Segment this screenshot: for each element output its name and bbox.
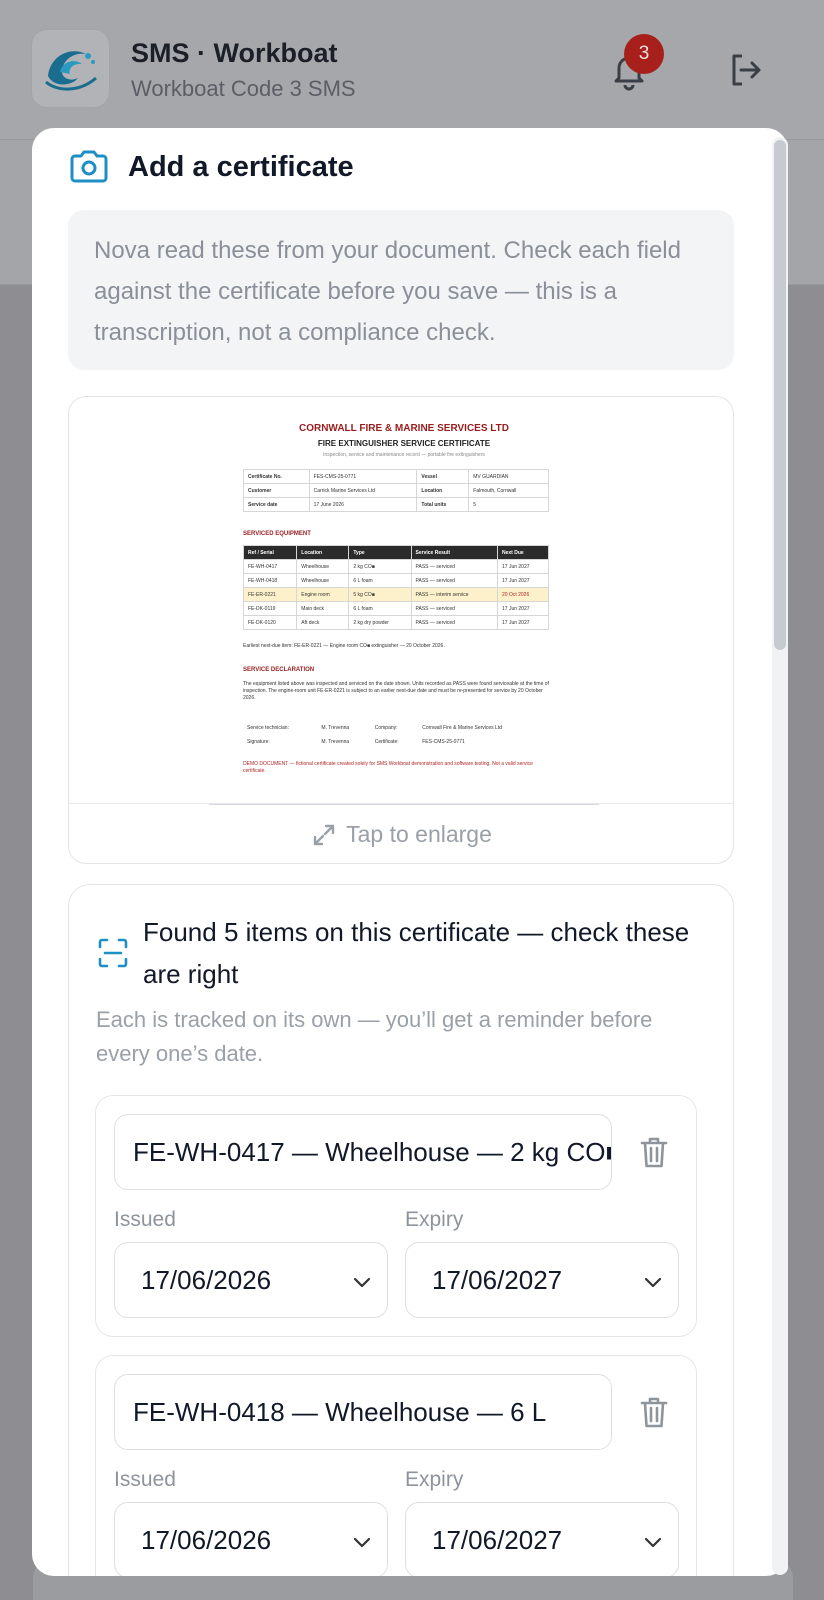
doc-subtitle: Inspection, service and maintenance reco…	[323, 452, 485, 458]
add-certificate-modal: Add a certificate Nova read these from y…	[32, 128, 788, 1576]
doc-equipment-heading: SERVICED EQUIPMENT	[243, 531, 311, 537]
found-items-subtitle: Each is tracked on its own — you’ll get …	[96, 1007, 653, 1066]
app-title: SMS · Workboat	[131, 38, 338, 68]
doc-declaration: The equipment listed above was inspected…	[243, 681, 549, 701]
wave-logo-icon	[44, 50, 97, 90]
chevron-down-icon	[353, 1537, 371, 1548]
modal-scrollbar-thumb[interactable]	[774, 140, 786, 650]
chevron-down-icon	[353, 1277, 371, 1288]
found-items-card: Found 5 items on this certificate — chec…	[68, 884, 734, 1576]
modal-title: Add a certificate	[128, 150, 354, 183]
item-name-field[interactable]: FE-WH-0418 — Wheelhouse — 6 L	[114, 1374, 612, 1450]
issued-label: Issued	[114, 1208, 176, 1231]
issued-label: Issued	[114, 1468, 176, 1491]
doc-earliest-due: Earliest next-due item: FE-ER-0221 — Eng…	[243, 643, 445, 649]
expiry-date-value: 17/06/2027	[432, 1524, 563, 1555]
app-logo[interactable]	[31, 29, 110, 108]
logout-icon[interactable]	[728, 52, 764, 88]
found-items-title: Found 5 items on this certificate — chec…	[143, 917, 690, 989]
doc-title: FIRE EXTINGUISHER SERVICE CERTIFICATE	[317, 439, 491, 448]
item-name-field[interactable]: FE-WH-0417 — Wheelhouse — 2 kg CO■	[114, 1114, 612, 1190]
doc-disclaimer: DEMO DOCUMENT — fictional certificate cr…	[243, 761, 533, 774]
issued-date-select[interactable]: 17/06/2026	[114, 1502, 388, 1576]
tap-to-enlarge-label: Tap to enlarge	[346, 821, 492, 847]
doc-signature-table: Service technician: M. Trevenna Company: Co…	[247, 725, 502, 745]
chevron-down-icon	[644, 1277, 662, 1288]
certificate-item: FE-WH-0418 — Wheelhouse — 6 L Issued Exp…	[95, 1355, 697, 1576]
doc-info-table: Certificate No. FES-CMS-25-0771 Vessel MV G…	[243, 469, 549, 512]
transcription-notice: Nova read these from your document. Chec…	[68, 210, 734, 370]
chevron-down-icon	[644, 1537, 662, 1548]
issued-date-value: 17/06/2026	[141, 1264, 272, 1295]
modal-header: Add a certificate	[68, 142, 354, 192]
notification-badge[interactable]: 3	[624, 34, 664, 74]
doc-equipment-table: Ref / Serial Location Type Service Result Ne…	[242, 545, 549, 630]
trash-icon[interactable]	[636, 1134, 672, 1170]
tap-to-enlarge-button[interactable]: Tap to enlarge	[69, 803, 733, 863]
expiry-label: Expiry	[405, 1208, 464, 1231]
document-preview[interactable]: CORNWALL FIRE & MARINE SERVICES LTD FIRE…	[68, 396, 734, 864]
expiry-date-select[interactable]: 17/06/2027	[405, 1502, 679, 1576]
expiry-date-select[interactable]: 17/06/2027	[405, 1242, 679, 1318]
app-subtitle: Workboat Code 3 SMS	[131, 76, 356, 101]
trash-icon[interactable]	[636, 1394, 672, 1430]
camera-icon	[70, 150, 108, 183]
expiry-date-value: 17/06/2027	[432, 1264, 563, 1295]
certificate-thumbnail[interactable]: CORNWALL FIRE & MARINE SERVICES LTD FIRE…	[209, 407, 599, 805]
issued-date-value: 17/06/2026	[141, 1524, 272, 1555]
expand-icon	[313, 824, 335, 845]
app-header: SMS · Workboat Workboat Code 3 SMS 3	[0, 0, 824, 140]
expiry-label: Expiry	[405, 1468, 464, 1491]
scan-icon	[98, 938, 128, 968]
doc-company: CORNWALL FIRE & MARINE SERVICES LTD	[298, 423, 509, 434]
doc-declaration-heading: SERVICE DECLARATION	[243, 667, 315, 673]
certificate-item: FE-WH-0417 — Wheelhouse — 2 kg CO■ Issue…	[95, 1095, 697, 1337]
issued-date-select[interactable]: 17/06/2026	[114, 1242, 388, 1318]
